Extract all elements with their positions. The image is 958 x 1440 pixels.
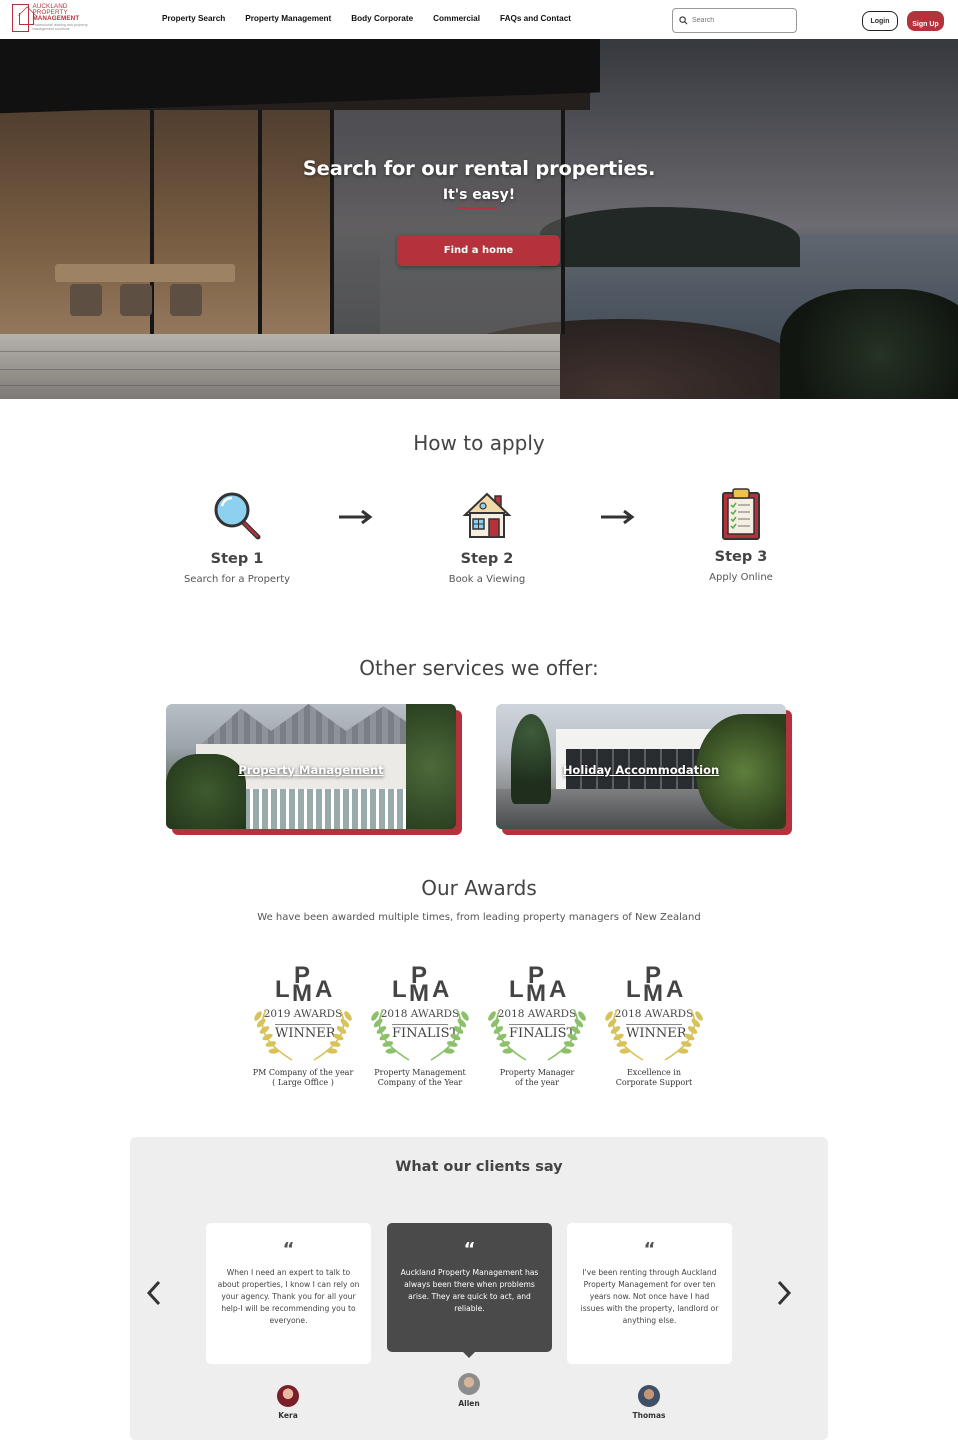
site-header: AUCKLAND PROPERTY MANAGEMENT Professiona… [0, 0, 958, 39]
service-label-property-management[interactable]: Property Management [166, 763, 456, 777]
step-1-label: Step 1 [210, 551, 264, 567]
award-caption: PM Company of the year ( Large Office ) [248, 1068, 358, 1088]
award-caption: Property Manager of the year [482, 1068, 592, 1088]
award-caption: Property Management Company of the Year [365, 1068, 475, 1088]
hero-title: Search for our rental properties. [302, 157, 656, 180]
nav-faqs-contact[interactable]: FAQs and Contact [500, 14, 571, 23]
lpma-logo: L P M A [509, 962, 566, 1007]
quote-icon: “ [643, 1239, 656, 1260]
quote-icon: “ [463, 1239, 476, 1260]
logo-tagline: Professional leasing and property manage… [32, 23, 88, 31]
step-2: Step 2 Book a Viewing [407, 488, 567, 585]
magnifier-icon [214, 492, 261, 540]
search-icon [679, 16, 688, 25]
award-badge: L P M A 2019 AWARDS WINNER PM Company of… [248, 962, 358, 1092]
nav-property-search[interactable]: Property Search [162, 14, 225, 23]
chevron-right-icon[interactable] [776, 1280, 792, 1306]
laurel-icon [488, 1009, 586, 1061]
laurel-icon [371, 1009, 469, 1061]
testimonial-name: Kera [278, 1411, 298, 1420]
service-label-holiday-accommodation[interactable]: Holiday Accommodation [496, 763, 786, 777]
logo-line-3: MANAGEMENT [32, 15, 80, 22]
signup-button[interactable]: Sign Up [907, 11, 944, 31]
step-3-label: Step 3 [714, 549, 768, 565]
award-caption-line: Corporate Support [615, 1078, 693, 1087]
lpma-logo: L P M A [392, 962, 449, 1007]
site-logo[interactable]: AUCKLAND PROPERTY MANAGEMENT Professiona… [12, 3, 88, 34]
clipboard-icon [722, 488, 760, 540]
how-to-apply-title: How to apply [413, 431, 545, 455]
award-badge: L P M A 2018 AWARDS WINNER Excellence in… [599, 962, 709, 1092]
step-1-desc: Search for a Property [183, 574, 291, 585]
awards-title: Our Awards [421, 876, 537, 900]
award-caption-line: Company of the Year [377, 1078, 463, 1087]
award-badge: L P M A 2018 AWARDS FINALIST Property Ma… [482, 962, 592, 1092]
testimonial-card-active: “ Auckland Property Management has alway… [387, 1223, 552, 1358]
testimonial-card: “ I've been renting through Auckland Pro… [567, 1223, 732, 1364]
testimonial-text: I've been renting through Auckland Prope… [580, 1268, 719, 1325]
award-caption-line: PM Company of the year [252, 1068, 354, 1077]
service-card-image: Property Management [166, 704, 456, 829]
arrow-right-icon [601, 510, 635, 524]
quote-icon: “ [282, 1239, 295, 1260]
search-input[interactable] [692, 17, 792, 24]
logo-house-icon [12, 4, 35, 32]
hero-overlay [0, 39, 958, 399]
award-badge: L P M A 2018 AWARDS FINALIST Property Ma… [365, 962, 475, 1092]
testimonial-text: When I need an expert to talk to about p… [217, 1268, 360, 1325]
award-caption-line: Excellence in [626, 1068, 682, 1077]
nav-property-management[interactable]: Property Management [245, 14, 331, 23]
testimonial-name: Allen [458, 1399, 480, 1408]
nav-body-corporate[interactable]: Body Corporate [351, 14, 413, 23]
hero-banner: Search for our rental properties. It's e… [0, 39, 958, 399]
testimonial-text: Auckland Property Management has always … [400, 1268, 539, 1313]
laurel-icon [254, 1009, 352, 1061]
lpma-logo: L P M A [275, 962, 332, 1007]
find-a-home-button[interactable]: Find a home [397, 235, 560, 266]
avatar [458, 1373, 480, 1395]
service-card-holiday-accommodation[interactable]: Holiday Accommodation [496, 704, 792, 835]
award-caption-line: of the year [515, 1078, 559, 1087]
house-icon [462, 492, 512, 538]
avatar [277, 1385, 299, 1407]
awards-subtitle: We have been awarded multiple times, fro… [257, 912, 701, 923]
step-2-desc: Book a Viewing [448, 574, 526, 585]
testimonial-name: Thomas [632, 1411, 666, 1420]
step-1: Step 1 Search for a Property [157, 488, 317, 585]
testimonials-title: What our clients say [395, 1159, 563, 1175]
award-caption-line: Property Management [374, 1068, 466, 1077]
service-image-palm [511, 714, 551, 804]
services-title: Other services we offer: [359, 656, 599, 680]
arrow-right-icon [339, 510, 373, 524]
nav-commercial[interactable]: Commercial [433, 14, 480, 23]
testimonial-card: “ When I need an expert to talk to about… [206, 1223, 371, 1364]
main-nav: Property Search Property Management Body… [162, 14, 591, 23]
search-box[interactable] [672, 8, 797, 33]
step-3-desc: Apply Online [709, 572, 773, 583]
service-card-property-management[interactable]: Property Management [166, 704, 462, 835]
lpma-logo: L P M A [626, 962, 683, 1007]
logo-text: AUCKLAND PROPERTY MANAGEMENT Professiona… [32, 3, 88, 31]
step-2-label: Step 2 [460, 551, 514, 567]
service-card-image: Holiday Accommodation [496, 704, 786, 829]
avatar [638, 1385, 660, 1407]
hero-underline [458, 207, 498, 209]
login-button[interactable]: Login [862, 11, 898, 31]
award-caption-line: Property Manager [499, 1068, 575, 1077]
step-3: Step 3 Apply Online [661, 486, 821, 583]
laurel-icon [605, 1009, 703, 1061]
award-caption-line: ( Large Office ) [272, 1078, 334, 1087]
chevron-left-icon[interactable] [146, 1280, 162, 1306]
hero-subtitle: It's easy! [442, 187, 516, 203]
testimonials-panel: What our clients say “ When I need an ex… [130, 1137, 828, 1440]
award-caption: Excellence in Corporate Support [599, 1068, 709, 1088]
